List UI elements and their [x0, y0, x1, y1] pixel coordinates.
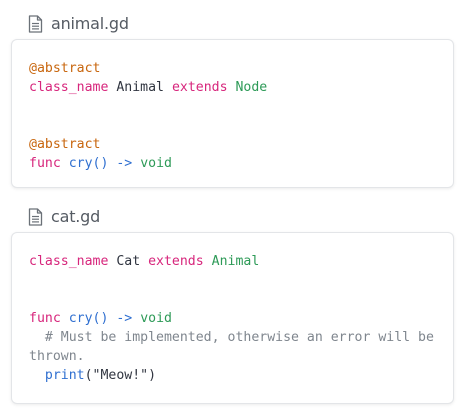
- code-line: @abstract: [29, 59, 445, 78]
- document-icon: [28, 207, 43, 226]
- code-token: extends: [148, 254, 204, 269]
- code-token: func: [29, 311, 61, 326]
- code-line: class_name Cat extends Animal: [29, 252, 445, 271]
- code-line: func cry() -> void: [29, 309, 445, 328]
- code-token: cry: [68, 311, 93, 326]
- code-line: # Must be implemented, otherwise an erro…: [29, 328, 445, 366]
- file-header-cat: cat.gd: [28, 207, 100, 226]
- code-block-cat: class_name Cat extends Animal func cry()…: [11, 232, 454, 404]
- code-token: void: [140, 311, 172, 326]
- code-token: # Must be implemented, otherwise an erro…: [29, 330, 442, 364]
- code-line: @abstract: [29, 135, 445, 154]
- code-token: @abstract: [29, 137, 101, 152]
- document-icon: [28, 14, 43, 33]
- code-token: func: [29, 156, 61, 171]
- code-token: @abstract: [29, 61, 101, 76]
- code-token: class_name: [29, 80, 109, 95]
- code-content: @abstract class_name Animal extends Node …: [29, 59, 445, 173]
- code-token: cry: [68, 156, 93, 171]
- code-token: class_name: [29, 254, 109, 269]
- code-token: Animal: [211, 254, 260, 269]
- code-token: extends: [171, 80, 228, 95]
- code-token: () ->: [92, 311, 141, 326]
- code-token: Node: [235, 80, 268, 95]
- code-token: Cat: [108, 254, 149, 269]
- code-token: print: [44, 368, 85, 383]
- code-token: Animal: [108, 80, 172, 95]
- code-line: class_name Animal extends Node: [29, 78, 445, 97]
- code-token: () ->: [92, 156, 141, 171]
- code-content: class_name Cat extends Animal func cry()…: [29, 252, 445, 385]
- file-header-animal: animal.gd: [28, 14, 129, 33]
- code-block-animal: @abstract class_name Animal extends Node …: [11, 39, 454, 188]
- file-name: animal.gd: [51, 14, 129, 33]
- code-line: func cry() -> void: [29, 154, 445, 173]
- code-token: ("Meow!"): [84, 368, 157, 383]
- code-line: print("Meow!"): [29, 366, 445, 385]
- code-token: void: [140, 156, 172, 171]
- file-name: cat.gd: [51, 207, 101, 226]
